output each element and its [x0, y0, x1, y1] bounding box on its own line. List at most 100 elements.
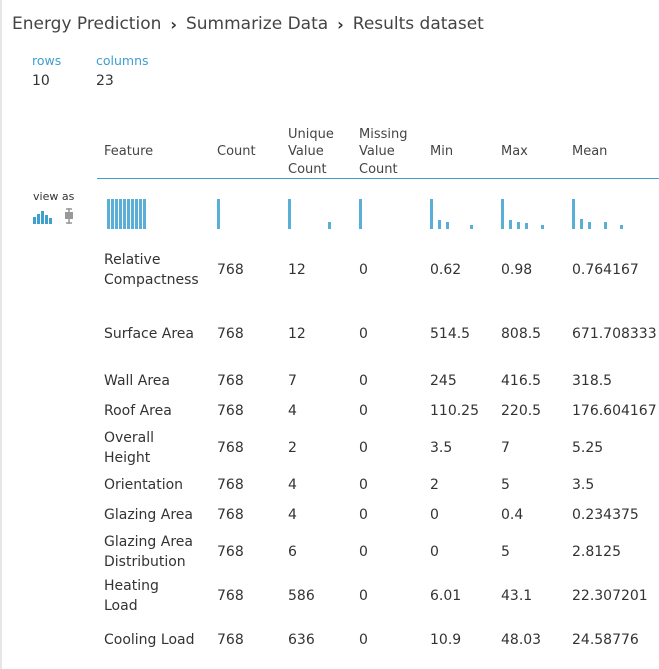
- cell-unique-value-count: 6: [288, 544, 297, 560]
- histogram-bar: [541, 224, 544, 229]
- histogram-bar: [501, 199, 504, 229]
- feature-name-text: Relative: [104, 252, 161, 268]
- cell-mean: 176.604167: [572, 403, 657, 419]
- histogram-mean[interactable]: [572, 197, 628, 229]
- histogram-bar: [572, 199, 575, 229]
- cell-missing-value-count: 0: [359, 632, 368, 648]
- cell-count: 768: [217, 588, 244, 604]
- column-header-text: Value: [288, 144, 324, 160]
- feature-name-text: Wall Area: [104, 373, 170, 389]
- table-row[interactable]: Surface Area 768 12 0 514.5 808.5 671.708333: [0, 314, 659, 354]
- histogram-max[interactable]: [501, 197, 549, 229]
- boxplot-view-icon[interactable]: [62, 208, 76, 224]
- histogram-bar: [517, 221, 520, 229]
- histogram-bar: [328, 221, 331, 229]
- view-as-label: view as: [33, 190, 75, 203]
- column-header-mean[interactable]: Mean: [572, 143, 607, 161]
- cell-min: 0: [430, 507, 439, 523]
- column-header-unique-value-count[interactable]: Unique Value Count: [288, 126, 334, 179]
- feature-name-text: Overall: [104, 430, 155, 446]
- cell-min: 0: [430, 544, 439, 560]
- cell-unique-value-count: 12: [288, 326, 306, 342]
- cell-unique-value-count: 586: [288, 588, 315, 604]
- table-row[interactable]: Roof Area 768 4 0 110.25 220.5 176.604167: [0, 391, 659, 431]
- table-row[interactable]: Overall Height 768 2 0 3.5 7 5.25: [0, 428, 659, 468]
- feature-name-text: Compactness: [104, 272, 199, 288]
- column-header-max[interactable]: Max: [501, 143, 528, 161]
- cell-missing-value-count: 0: [359, 544, 368, 560]
- histogram-feature[interactable]: [107, 197, 147, 229]
- column-header-text: Unique: [288, 126, 334, 142]
- column-header-text: Count: [217, 144, 256, 160]
- feature-name-text: Surface Area: [104, 326, 195, 342]
- histogram-min[interactable]: [430, 197, 478, 229]
- cell-mean: 671.708333: [572, 326, 657, 342]
- histogram-bar: [123, 199, 126, 229]
- rows-value: 10: [32, 73, 50, 89]
- histogram-view-icon[interactable]: [33, 208, 53, 224]
- table-row[interactable]: Relative Compactness 768 12 0 0.62 0.98 0.76416…: [0, 250, 659, 290]
- column-header-text: Feature: [104, 144, 154, 160]
- histogram-count[interactable]: [217, 197, 225, 229]
- columns-summary: columns 23: [96, 53, 149, 89]
- column-header-count[interactable]: Count: [217, 143, 256, 161]
- column-header-missing-value-count[interactable]: Missing Value Count: [359, 126, 407, 179]
- table-row[interactable]: Glazing Area 768 4 0 0 0.4 0.234375: [0, 495, 659, 535]
- cell-missing-value-count: 0: [359, 262, 368, 278]
- histogram-unique-value-count[interactable]: [288, 197, 336, 229]
- cell-missing-value-count: 0: [359, 326, 368, 342]
- histogram-bar: [470, 224, 473, 229]
- cell-feature: Glazing Area Distribution: [104, 532, 193, 572]
- histogram-bar: [588, 221, 591, 229]
- column-header-text: Missing: [359, 126, 408, 142]
- histogram-missing-value-count[interactable]: [359, 197, 367, 229]
- breadcrumb-chevron-icon: ›: [170, 14, 177, 34]
- cell-max: 220.5: [501, 403, 542, 419]
- column-header-min[interactable]: Min: [430, 143, 453, 161]
- column-header-text: Value: [359, 144, 395, 160]
- columns-value: 23: [96, 73, 114, 89]
- feature-name-text: Glazing Area: [104, 507, 193, 523]
- cell-min: 3.5: [430, 440, 453, 456]
- breadcrumb-item-module[interactable]: Summarize Data: [186, 14, 328, 34]
- breadcrumb: Energy Prediction › Summarize Data › Res…: [12, 12, 484, 36]
- histogram-bar: [288, 199, 291, 229]
- cell-max: 48.03: [501, 632, 542, 648]
- cell-max: 0.98: [501, 262, 533, 278]
- column-header-text: Mean: [572, 144, 608, 160]
- cell-feature: Overall Height: [104, 428, 154, 468]
- cell-count: 768: [217, 632, 244, 648]
- cell-mean: 5.25: [572, 440, 604, 456]
- feature-name-text: Glazing Area: [104, 534, 193, 550]
- columns-label: columns: [96, 53, 149, 68]
- cell-feature: Cooling Load: [104, 620, 194, 660]
- cell-missing-value-count: 0: [359, 403, 368, 419]
- cell-count: 768: [217, 403, 244, 419]
- table-row[interactable]: Cooling Load 768 636 0 10.9 48.03 24.58776: [0, 620, 659, 660]
- feature-name-text: Cooling Load: [104, 632, 195, 648]
- cell-min: 10.9: [430, 632, 462, 648]
- cell-missing-value-count: 0: [359, 588, 368, 604]
- histogram-bar: [430, 199, 433, 229]
- cell-min: 0.62: [430, 262, 462, 278]
- cell-unique-value-count: 4: [288, 403, 297, 419]
- histogram-bar: [131, 199, 134, 229]
- cell-mean: 24.58776: [572, 632, 639, 648]
- cell-max: 5: [501, 544, 510, 560]
- histogram-bar: [111, 199, 114, 229]
- feature-name-text: Distribution: [104, 554, 186, 570]
- histogram-bar: [139, 199, 142, 229]
- cell-count: 768: [217, 262, 244, 278]
- table-row[interactable]: Glazing Area Distribution 768 6 0 0 5 2.8125: [0, 532, 659, 572]
- cell-count: 768: [217, 326, 244, 342]
- cell-mean: 0.764167: [572, 262, 639, 278]
- column-header-feature[interactable]: Feature: [104, 143, 153, 161]
- cell-max: 43.1: [501, 588, 533, 604]
- header-divider: [97, 178, 659, 179]
- table-row[interactable]: Heating Load 768 586 0 6.01 43.1 22.307201: [0, 576, 659, 616]
- breadcrumb-item-experiment[interactable]: Energy Prediction: [12, 14, 161, 34]
- histogram-bar: [115, 199, 118, 229]
- histogram-bar: [127, 199, 130, 229]
- cell-unique-value-count: 2: [288, 440, 297, 456]
- column-header-text: Min: [430, 144, 454, 160]
